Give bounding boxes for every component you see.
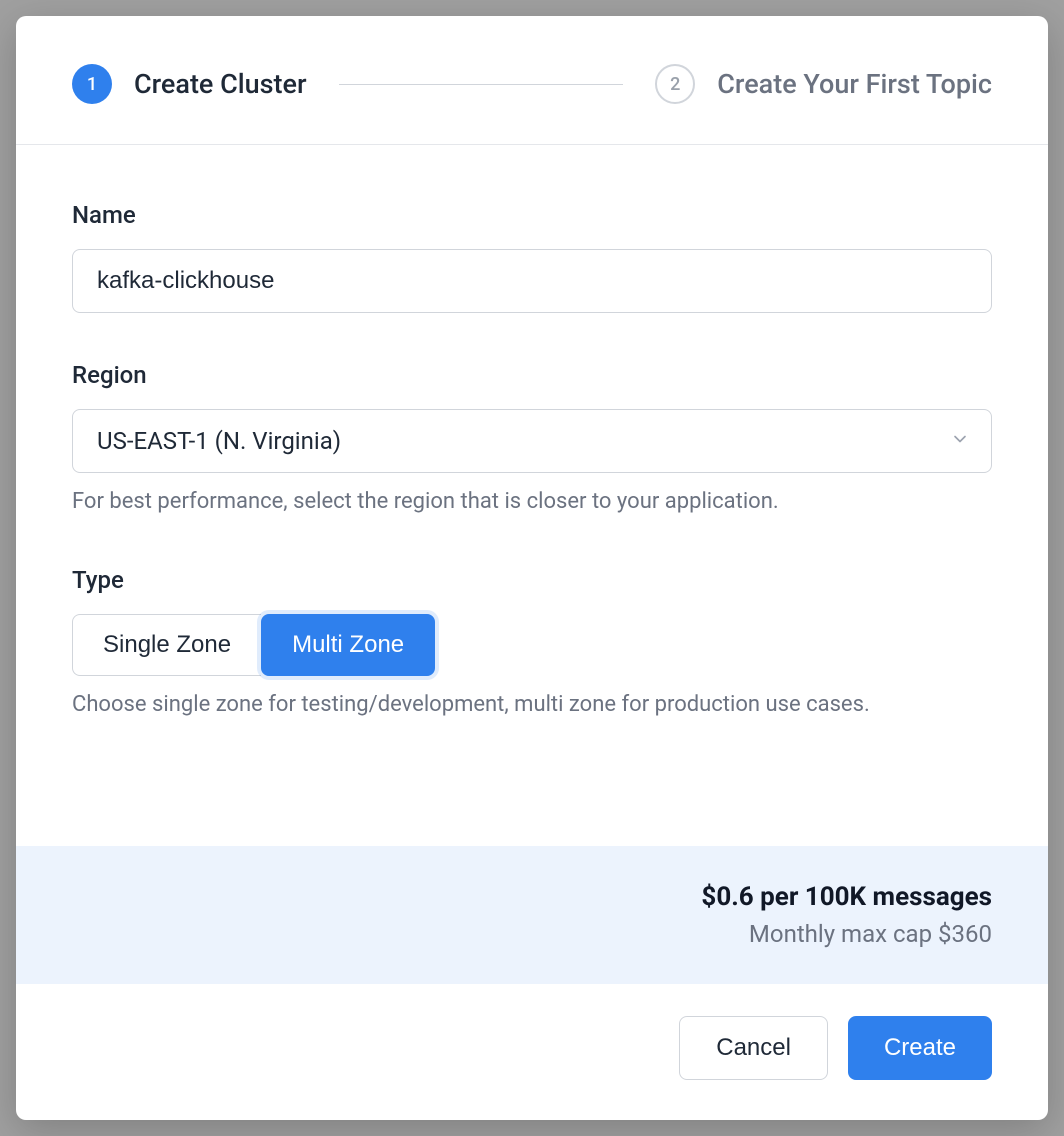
type-toggle-group: Single Zone Multi Zone bbox=[72, 614, 435, 676]
step-number-1: 1 bbox=[72, 64, 112, 104]
step-label-2: Create Your First Topic bbox=[717, 68, 992, 100]
name-label: Name bbox=[72, 201, 992, 229]
form-content: Name Region US-EAST-1 (N. Virginia) For … bbox=[16, 145, 1048, 846]
type-label: Type bbox=[72, 566, 992, 594]
modal-footer: Cancel Create bbox=[16, 984, 1048, 1120]
step-create-cluster[interactable]: 1 Create Cluster bbox=[72, 64, 307, 104]
step-label-1: Create Cluster bbox=[134, 68, 307, 100]
step-connector bbox=[339, 84, 624, 85]
pricing-banner: $0.6 per 100K messages Monthly max cap $… bbox=[16, 846, 1048, 984]
type-helper: Choose single zone for testing/developme… bbox=[72, 690, 992, 721]
pricing-main: $0.6 per 100K messages bbox=[72, 882, 992, 912]
create-button[interactable]: Create bbox=[848, 1016, 992, 1080]
pricing-sub: Monthly max cap $360 bbox=[72, 920, 992, 948]
step-number-2: 2 bbox=[655, 64, 695, 104]
stepper: 1 Create Cluster 2 Create Your First Top… bbox=[16, 16, 1048, 145]
field-name: Name bbox=[72, 201, 992, 313]
cancel-button[interactable]: Cancel bbox=[679, 1016, 828, 1080]
step-create-topic[interactable]: 2 Create Your First Topic bbox=[655, 64, 992, 104]
region-value: US-EAST-1 (N. Virginia) bbox=[97, 427, 341, 455]
region-select[interactable]: US-EAST-1 (N. Virginia) bbox=[72, 409, 992, 473]
field-type: Type Single Zone Multi Zone Choose singl… bbox=[72, 566, 992, 721]
create-cluster-modal: 1 Create Cluster 2 Create Your First Top… bbox=[16, 16, 1048, 1120]
type-multi-zone[interactable]: Multi Zone bbox=[261, 614, 435, 676]
region-label: Region bbox=[72, 361, 992, 389]
region-helper: For best performance, select the region … bbox=[72, 487, 992, 518]
type-single-zone[interactable]: Single Zone bbox=[72, 614, 261, 676]
name-input[interactable] bbox=[72, 249, 992, 313]
field-region: Region US-EAST-1 (N. Virginia) For best … bbox=[72, 361, 992, 518]
